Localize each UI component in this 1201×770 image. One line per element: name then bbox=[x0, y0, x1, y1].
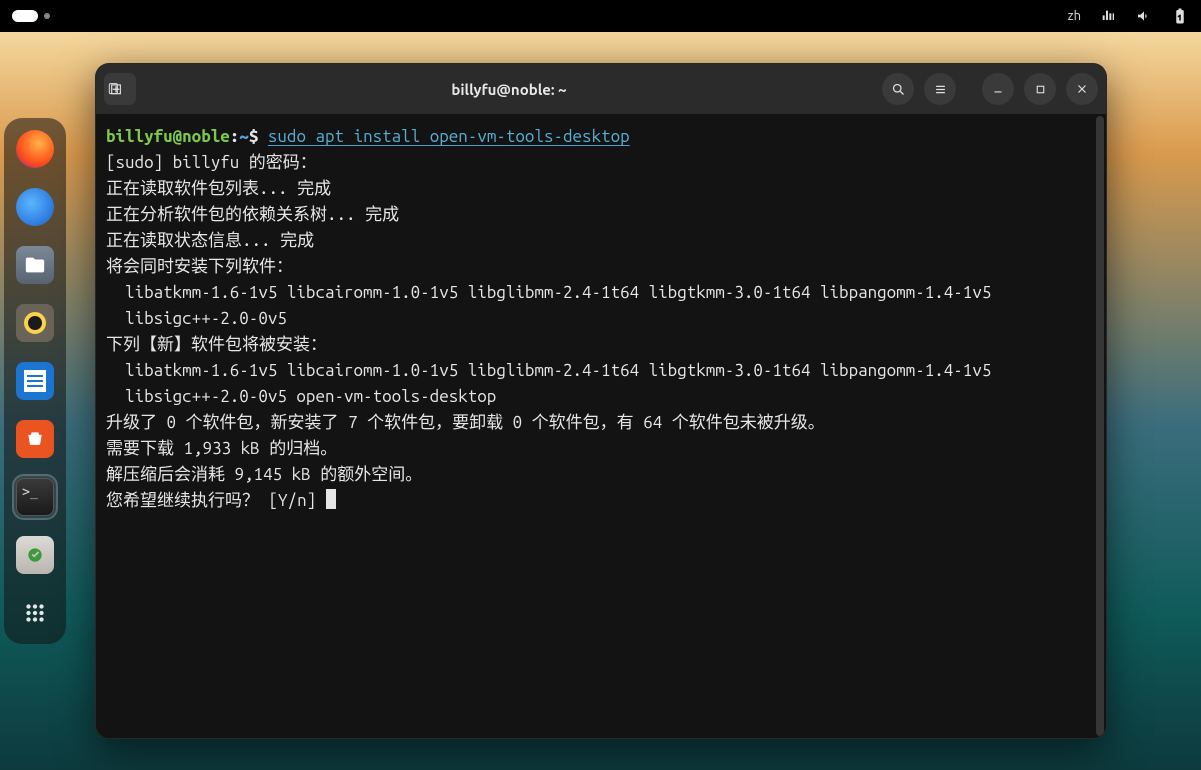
output-line: 您希望继续执行吗？ [Y/n] bbox=[106, 491, 326, 510]
apps-grid-icon bbox=[16, 594, 54, 632]
new-tab-button[interactable]: ⊞ bbox=[104, 73, 136, 105]
scroll-thumb[interactable] bbox=[1096, 116, 1104, 736]
dock-item-files[interactable] bbox=[14, 244, 56, 286]
top-bar: zh bbox=[0, 0, 1201, 32]
activities-area[interactable] bbox=[12, 10, 50, 22]
terminal-body[interactable]: billyfu@noble:~$ sudo apt install open-v… bbox=[96, 114, 1106, 738]
output-line: libsigc++-2.0-0v5 bbox=[106, 309, 287, 328]
output-line: [sudo] billyfu 的密码： bbox=[106, 153, 317, 172]
output-line: libatkmm-1.6-1v5 libcairomm-1.0-1v5 libg… bbox=[106, 283, 991, 302]
volume-icon[interactable] bbox=[1135, 7, 1153, 25]
system-tray: zh bbox=[1068, 7, 1189, 25]
terminal-window: ⊞ billyfu@noble: ~ billyfu@noble:~$ sudo… bbox=[95, 63, 1107, 739]
input-language-indicator[interactable]: zh bbox=[1068, 9, 1081, 23]
dock-item-rhythmbox[interactable] bbox=[14, 302, 56, 344]
window-title: billyfu@noble: ~ bbox=[144, 81, 874, 98]
output-line: 正在读取状态信息... 完成 bbox=[106, 231, 314, 250]
dock: >_ bbox=[4, 118, 66, 644]
dock-item-show-apps[interactable] bbox=[14, 592, 56, 634]
maximize-button[interactable] bbox=[1024, 73, 1056, 105]
software-icon bbox=[16, 420, 54, 458]
output-line: 解压缩后会消耗 9,145 kB 的额外空间。 bbox=[106, 465, 422, 484]
files-icon bbox=[16, 246, 54, 284]
terminal-scrollbar[interactable] bbox=[1096, 116, 1104, 736]
terminal-icon: >_ bbox=[16, 478, 54, 516]
menu-button[interactable] bbox=[924, 73, 956, 105]
trash-icon bbox=[16, 536, 54, 574]
window-titlebar[interactable]: ⊞ billyfu@noble: ~ bbox=[96, 64, 1106, 114]
workspace-indicator[interactable] bbox=[12, 10, 50, 22]
terminal-cursor bbox=[326, 489, 336, 509]
output-line: 将会同时安装下列软件： bbox=[106, 257, 293, 276]
prompt-dollar: $ bbox=[249, 127, 259, 146]
dock-item-writer[interactable] bbox=[14, 360, 56, 402]
dock-item-software[interactable] bbox=[14, 418, 56, 460]
output-line: 升级了 0 个软件包，新安装了 7 个软件包，要卸载 0 个软件包，有 64 个… bbox=[106, 413, 825, 432]
dock-item-trash[interactable] bbox=[14, 534, 56, 576]
output-line: 正在分析软件包的依赖关系树... 完成 bbox=[106, 205, 399, 224]
prompt-path: ~ bbox=[239, 127, 249, 146]
dock-item-firefox[interactable] bbox=[14, 128, 56, 170]
output-line: 正在读取软件包列表... 完成 bbox=[106, 179, 331, 198]
thunderbird-icon bbox=[16, 188, 54, 226]
minimize-button[interactable] bbox=[982, 73, 1014, 105]
output-line: libatkmm-1.6-1v5 libcairomm-1.0-1v5 libg… bbox=[106, 361, 991, 380]
output-line: 下列【新】软件包将被安装： bbox=[106, 335, 327, 354]
output-line: libsigc++-2.0-0v5 open-vm-tools-desktop bbox=[106, 387, 496, 406]
writer-icon bbox=[16, 362, 54, 400]
prompt-command: sudo apt install open-vm-tools-desktop bbox=[268, 127, 630, 146]
dock-item-terminal[interactable]: >_ bbox=[14, 476, 56, 518]
search-button[interactable] bbox=[882, 73, 914, 105]
prompt-sep: : bbox=[230, 127, 240, 146]
prompt-user: billyfu@noble bbox=[106, 127, 230, 146]
close-button[interactable] bbox=[1066, 73, 1098, 105]
power-icon[interactable] bbox=[1171, 7, 1189, 25]
network-icon[interactable] bbox=[1099, 7, 1117, 25]
dock-item-thunderbird[interactable] bbox=[14, 186, 56, 228]
rhythmbox-icon bbox=[16, 304, 54, 342]
output-line: 需要下载 1,933 kB 的归档。 bbox=[106, 439, 337, 458]
firefox-icon bbox=[16, 130, 54, 168]
